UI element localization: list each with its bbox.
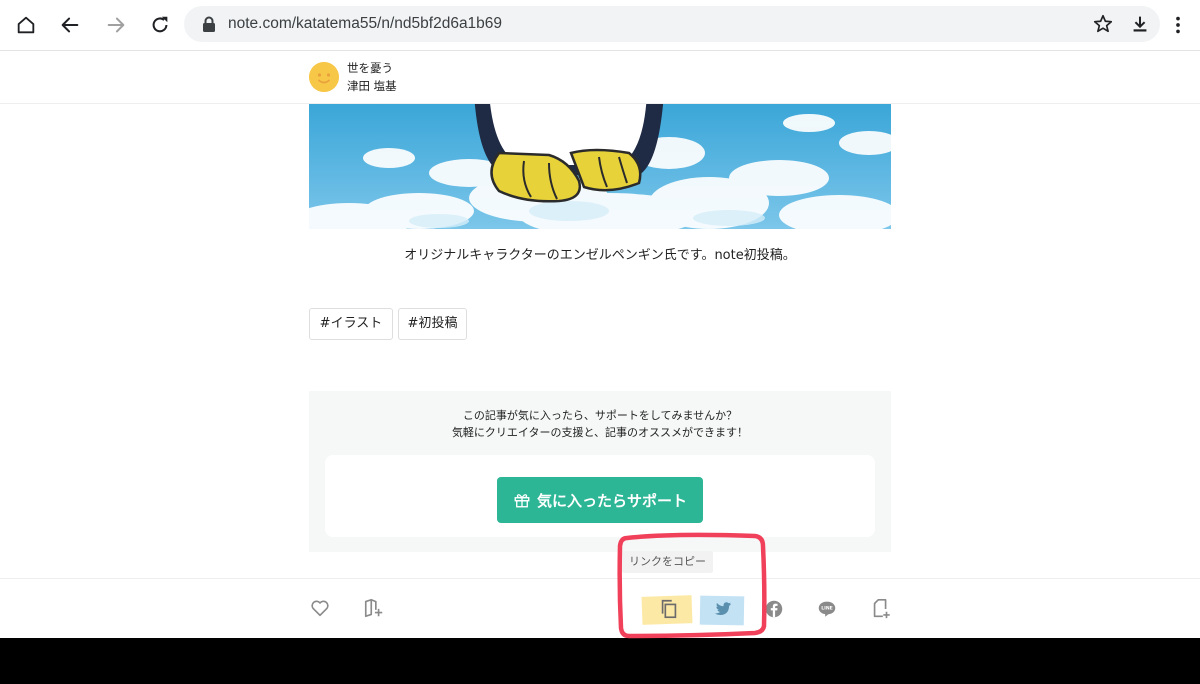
line-icon[interactable]: LINE [815, 597, 839, 621]
gift-icon [514, 494, 530, 508]
browser-toolbar: note.com/katatema55/n/nd5bf2d6a1b69 [0, 0, 1200, 51]
forward-icon[interactable] [100, 9, 132, 41]
support-message-line2: 気軽にクリエイターの支援と、記事のオススメができます！ [451, 426, 749, 439]
star-icon[interactable] [1092, 13, 1114, 35]
hashtag-first-post[interactable]: #初投稿 [398, 308, 467, 340]
image-caption: オリジナルキャラクターのエンゼルペンギン氏です。note初投稿。 [404, 248, 796, 263]
support-button-label: 気に入ったらサポート [536, 491, 687, 510]
lock-icon [203, 16, 215, 32]
note-add-icon[interactable] [869, 597, 893, 621]
heart-icon[interactable] [308, 596, 332, 620]
article-page: 世を憂う 津田 塩基 オリジナルキャラクターのエンゼルペンギン氏です。note初… [0, 51, 1200, 638]
back-icon[interactable] [54, 9, 86, 41]
avatar[interactable] [309, 62, 339, 92]
download-icon[interactable] [1129, 13, 1151, 35]
facebook-icon[interactable] [762, 597, 786, 621]
support-message-line1: この記事が気に入ったら、サポートをしてみませんか？ [462, 409, 738, 422]
support-section: この記事が気に入ったら、サポートをしてみませんか？ 気軽にクリエイターの支援と、… [309, 391, 891, 552]
author-header: 世を憂う 津田 塩基 [0, 51, 1200, 104]
support-button[interactable]: 気に入ったらサポート [497, 477, 703, 523]
author-name[interactable]: 津田 塩基 [347, 78, 397, 94]
copy-link-icon[interactable] [657, 597, 681, 621]
hashtag-illust[interactable]: #イラスト [309, 308, 393, 340]
copy-link-tooltip: リンクをコピー [622, 551, 713, 573]
url-text[interactable]: note.com/katatema55/n/nd5bf2d6a1b69 [228, 6, 502, 42]
article-illustration [309, 103, 891, 229]
bottom-black-bar [0, 638, 1200, 684]
more-vert-icon[interactable] [1162, 9, 1194, 41]
reload-icon[interactable] [144, 9, 176, 41]
magazine-add-icon[interactable] [362, 596, 386, 620]
home-icon[interactable] [10, 9, 42, 41]
address-bar[interactable]: note.com/katatema55/n/nd5bf2d6a1b69 [184, 6, 1160, 42]
twitter-icon[interactable] [710, 597, 734, 621]
support-card: 気に入ったらサポート [325, 455, 875, 537]
magazine-name[interactable]: 世を憂う [347, 60, 393, 76]
svg-text:LINE: LINE [821, 606, 833, 612]
action-bar [0, 578, 1200, 638]
